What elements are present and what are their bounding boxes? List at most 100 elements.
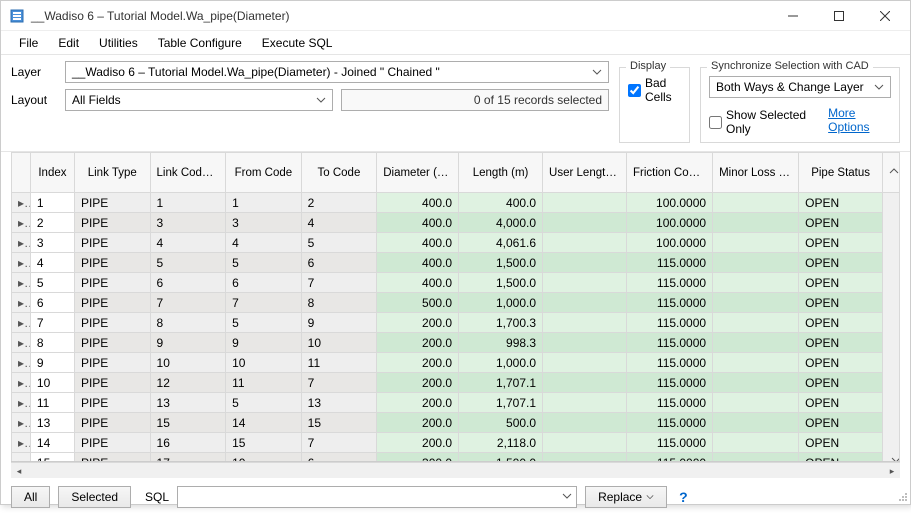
cell-link-code[interactable]: 10 — [150, 353, 226, 373]
table-row[interactable]: ▸11PIPE13513200.01,707.1115.0000OPEN — [12, 393, 900, 413]
cell-length[interactable]: 1,500.0 — [459, 253, 543, 273]
cell-friction[interactable]: 115.0000 — [627, 253, 713, 273]
cell-minor-loss[interactable] — [713, 413, 799, 433]
cell-link-code[interactable]: 16 — [150, 433, 226, 453]
cell-length[interactable]: 1,000.0 — [459, 353, 543, 373]
cell-user-length[interactable] — [543, 273, 627, 293]
cell-friction[interactable]: 100.0000 — [627, 213, 713, 233]
header-pipe-status[interactable]: Pipe Status — [799, 153, 883, 193]
cell-pipe-status[interactable]: OPEN — [799, 433, 883, 453]
table-row[interactable]: ▸1PIPE112400.0400.0100.0000OPEN — [12, 193, 900, 213]
cell-link-type[interactable]: PIPE — [74, 373, 150, 393]
cell-user-length[interactable] — [543, 453, 627, 463]
cell-from-code[interactable]: 3 — [226, 213, 302, 233]
layout-combo[interactable]: All Fields — [65, 89, 333, 111]
cell-friction[interactable]: 115.0000 — [627, 393, 713, 413]
cell-user-length[interactable] — [543, 373, 627, 393]
cell-diameter[interactable]: 200.0 — [377, 413, 459, 433]
cell-minor-loss[interactable] — [713, 333, 799, 353]
cell-length[interactable]: 2,118.0 — [459, 433, 543, 453]
cell-index[interactable]: 8 — [30, 333, 74, 353]
cell-index[interactable]: 4 — [30, 253, 74, 273]
vertical-scrollbar[interactable] — [883, 193, 900, 463]
cell-pipe-status[interactable]: OPEN — [799, 413, 883, 433]
cell-length[interactable]: 400.0 — [459, 193, 543, 213]
cell-user-length[interactable] — [543, 433, 627, 453]
cell-pipe-status[interactable]: OPEN — [799, 233, 883, 253]
cell-diameter[interactable]: 400.0 — [377, 273, 459, 293]
cell-pipe-status[interactable]: OPEN — [799, 453, 883, 463]
cell-user-length[interactable] — [543, 293, 627, 313]
cell-link-type[interactable]: PIPE — [74, 213, 150, 233]
cell-diameter[interactable]: 400.0 — [377, 193, 459, 213]
cell-minor-loss[interactable] — [713, 453, 799, 463]
cell-link-type[interactable]: PIPE — [74, 333, 150, 353]
cell-to-code[interactable]: 11 — [301, 353, 377, 373]
cell-diameter[interactable]: 200.0 — [377, 373, 459, 393]
table-row[interactable]: ▸15PIPE17106300.01,500.0115.0000OPEN — [12, 453, 900, 463]
cell-friction[interactable]: 115.0000 — [627, 413, 713, 433]
cell-friction[interactable]: 115.0000 — [627, 273, 713, 293]
cell-user-length[interactable] — [543, 353, 627, 373]
cell-link-type[interactable]: PIPE — [74, 433, 150, 453]
help-button[interactable]: ? — [675, 489, 692, 505]
cell-link-code[interactable]: 9 — [150, 333, 226, 353]
header-to-code[interactable]: To Code — [301, 153, 377, 193]
cell-from-code[interactable]: 1 — [226, 193, 302, 213]
cell-index[interactable]: 10 — [30, 373, 74, 393]
row-handle-icon[interactable]: ▸ — [12, 333, 31, 353]
table-row[interactable]: ▸4PIPE556400.01,500.0115.0000OPEN — [12, 253, 900, 273]
cell-user-length[interactable] — [543, 393, 627, 413]
cell-length[interactable]: 1,500.0 — [459, 273, 543, 293]
cell-pipe-status[interactable]: OPEN — [799, 273, 883, 293]
row-handle-icon[interactable]: ▸ — [12, 253, 31, 273]
menu-utilities[interactable]: Utilities — [89, 33, 148, 53]
cell-to-code[interactable]: 7 — [301, 273, 377, 293]
cell-diameter[interactable]: 200.0 — [377, 333, 459, 353]
maximize-button[interactable] — [816, 1, 862, 31]
scroll-right-icon[interactable]: ▸ — [884, 463, 900, 479]
cell-index[interactable]: 3 — [30, 233, 74, 253]
sync-combo[interactable]: Both Ways & Change Layer — [709, 76, 891, 98]
cell-user-length[interactable] — [543, 413, 627, 433]
cell-pipe-status[interactable]: OPEN — [799, 353, 883, 373]
cell-link-code[interactable]: 5 — [150, 253, 226, 273]
layer-combo[interactable]: __Wadiso 6 – Tutorial Model.Wa_pipe(Diam… — [65, 61, 609, 83]
cell-diameter[interactable]: 200.0 — [377, 433, 459, 453]
cell-diameter[interactable]: 400.0 — [377, 233, 459, 253]
cell-link-code[interactable]: 13 — [150, 393, 226, 413]
cell-index[interactable]: 9 — [30, 353, 74, 373]
cell-minor-loss[interactable] — [713, 313, 799, 333]
show-selected-check-input[interactable] — [709, 116, 722, 129]
cell-to-code[interactable]: 6 — [301, 253, 377, 273]
row-handle-icon[interactable]: ▸ — [12, 433, 31, 453]
header-link-code[interactable]: Link Code▲ — [150, 153, 226, 193]
show-selected-checkbox[interactable]: Show Selected Only — [709, 108, 818, 136]
cell-length[interactable]: 500.0 — [459, 413, 543, 433]
row-handle-icon[interactable]: ▸ — [12, 233, 31, 253]
cell-pipe-status[interactable]: OPEN — [799, 313, 883, 333]
cell-to-code[interactable]: 5 — [301, 233, 377, 253]
cell-to-code[interactable]: 7 — [301, 433, 377, 453]
header-index[interactable]: Index — [30, 153, 74, 193]
cell-length[interactable]: 1,700.3 — [459, 313, 543, 333]
cell-link-type[interactable]: PIPE — [74, 193, 150, 213]
cell-pipe-status[interactable]: OPEN — [799, 393, 883, 413]
cell-link-type[interactable]: PIPE — [74, 353, 150, 373]
bad-cells-check-input[interactable] — [628, 84, 641, 97]
cell-diameter[interactable]: 500.0 — [377, 293, 459, 313]
cell-link-code[interactable]: 7 — [150, 293, 226, 313]
cell-from-code[interactable]: 9 — [226, 333, 302, 353]
cell-friction[interactable]: 100.0000 — [627, 193, 713, 213]
cell-user-length[interactable] — [543, 333, 627, 353]
cell-link-type[interactable]: PIPE — [74, 393, 150, 413]
close-button[interactable] — [862, 1, 908, 31]
scroll-left-icon[interactable]: ◂ — [11, 463, 27, 479]
cell-to-code[interactable]: 7 — [301, 373, 377, 393]
cell-diameter[interactable]: 200.0 — [377, 393, 459, 413]
cell-friction[interactable]: 115.0000 — [627, 433, 713, 453]
cell-to-code[interactable]: 13 — [301, 393, 377, 413]
cell-link-type[interactable]: PIPE — [74, 453, 150, 463]
row-handle-icon[interactable]: ▸ — [12, 453, 31, 463]
table-row[interactable]: ▸5PIPE667400.01,500.0115.0000OPEN — [12, 273, 900, 293]
